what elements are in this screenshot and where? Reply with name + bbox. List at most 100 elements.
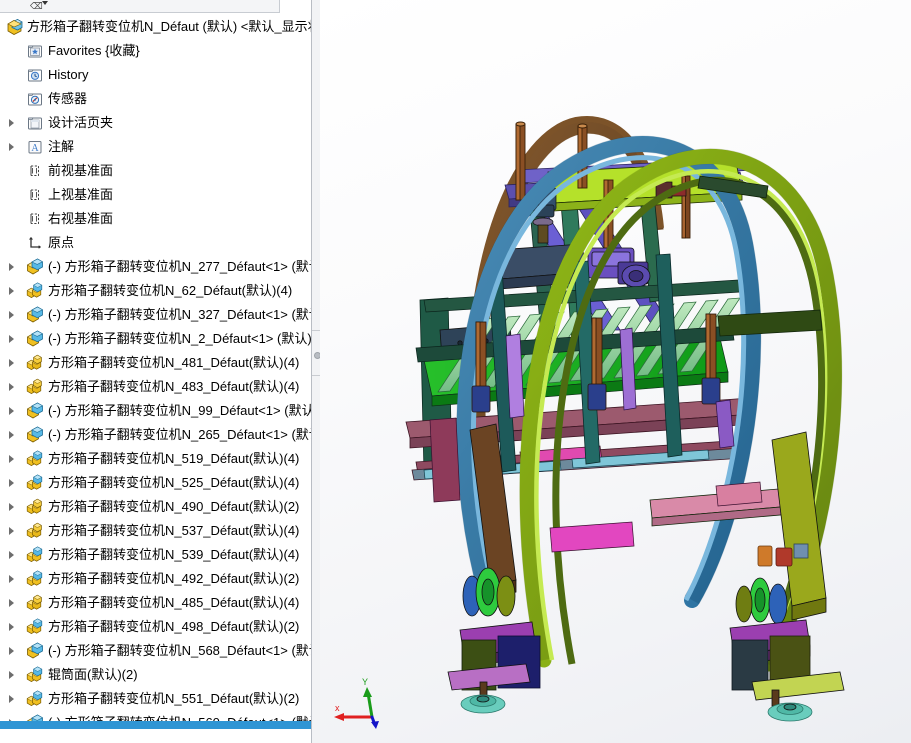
tree-item[interactable]: 方形箱子翻转变位机N_525_Défaut(默认)(4): [0, 471, 318, 495]
tree-item[interactable]: History: [0, 63, 318, 87]
expand-chevron-icon[interactable]: [9, 575, 14, 583]
tree-item-label: (-) 方形箱子翻转变位机N_2_Défaut<1> (默认) <默: [48, 331, 319, 346]
pattern-blue-icon: [26, 450, 44, 468]
tree-item-label: Favorites {收藏}: [48, 43, 140, 58]
folder-sensor-icon: [26, 90, 44, 108]
expand-chevron-icon[interactable]: [9, 311, 14, 319]
part-icon: [26, 642, 44, 660]
tree-item[interactable]: 方形箱子翻转变位机N_481_Défaut(默认)(4): [0, 351, 318, 375]
pattern-blue-icon: [26, 282, 44, 300]
tree-item-label: 前视基准面: [48, 163, 114, 178]
tree-item-label: 方形箱子翻转变位机N_485_Défaut(默认)(4): [48, 595, 300, 610]
expand-chevron-icon[interactable]: [9, 695, 14, 703]
tree-item-label: (-) 方形箱子翻转变位机N_277_Défaut<1> (默认) ·: [48, 259, 319, 274]
tree-item[interactable]: 方形箱子翻转变位机N_492_Défaut(默认)(2): [0, 567, 318, 591]
folder-history-icon: [26, 66, 44, 84]
tree-item-label: (-) 方形箱子翻转变位机N_99_Défaut<1> (默认) <: [48, 403, 319, 418]
tree-item[interactable]: 方形箱子翻转变位机N_551_Défaut(默认)(2): [0, 687, 318, 711]
expand-chevron-icon[interactable]: [9, 671, 14, 679]
tree-item[interactable]: Favorites {收藏}: [0, 39, 318, 63]
expand-chevron-icon[interactable]: [9, 119, 14, 127]
pattern-blue-icon: [26, 618, 44, 636]
expand-chevron-icon[interactable]: [9, 407, 14, 415]
solidworks-window: ⌫ 方形箱子翻转变位机N_Défaut (默认) <默认_显示状态- Favor…: [0, 0, 911, 743]
tree-item[interactable]: 原点: [0, 231, 318, 255]
tree-item-label: 方形箱子翻转变位机N_490_Défaut(默认)(2): [48, 499, 300, 514]
expand-chevron-icon[interactable]: [9, 431, 14, 439]
plane-icon: [26, 210, 44, 228]
pattern-blue-icon: [26, 546, 44, 564]
tree-item[interactable]: (-) 方形箱子翻转变位机N_2_Défaut<1> (默认) <默: [0, 327, 319, 351]
feature-tree-scroll-area[interactable]: 方形箱子翻转变位机N_Défaut (默认) <默认_显示状态- Favorit…: [0, 13, 319, 721]
tree-item[interactable]: 方形箱子翻转变位机N_490_Défaut(默认)(2): [0, 495, 318, 519]
feature-manager-panel: ⌫ 方形箱子翻转变位机N_Défaut (默认) <默认_显示状态- Favor…: [0, 0, 319, 743]
expand-chevron-icon[interactable]: [9, 479, 14, 487]
pattern-yellow-icon: [26, 498, 44, 516]
tree-item[interactable]: 方形箱子翻转变位机N_485_Défaut(默认)(4): [0, 591, 318, 615]
pattern-blue-icon: [26, 570, 44, 588]
expand-chevron-icon[interactable]: [9, 455, 14, 463]
tree-item[interactable]: 设计活页夹: [0, 111, 318, 135]
panel-splitter[interactable]: [311, 0, 321, 743]
chevron-down-icon[interactable]: [42, 1, 48, 5]
pattern-yellow-icon: [26, 522, 44, 540]
tree-item-label: 上视基准面: [48, 187, 114, 202]
tree-item-label: 方形箱子翻转变位机N_481_Défaut(默认)(4): [48, 355, 300, 370]
filter-icon[interactable]: ⌫: [30, 0, 43, 12]
pattern-yellow-icon: [26, 378, 44, 396]
tree-item-label: History: [48, 67, 89, 82]
expand-chevron-icon[interactable]: [9, 599, 14, 607]
tree-item[interactable]: 前视基准面: [0, 159, 318, 183]
expand-chevron-icon[interactable]: [9, 527, 14, 535]
tree-item-label: (-) 方形箱子翻转变位机N_568_Défaut<1> (默认) ·: [48, 643, 319, 658]
part-icon: [26, 402, 44, 420]
tree-item[interactable]: 方形箱子翻转变位机N_519_Défaut(默认)(4): [0, 447, 318, 471]
expand-chevron-icon[interactable]: [9, 647, 14, 655]
tree-item[interactable]: 传感器: [0, 87, 318, 111]
expand-chevron-icon[interactable]: [9, 359, 14, 367]
expand-chevron-icon[interactable]: [9, 143, 14, 151]
tree-root-label: 方形箱子翻转变位机N_Défaut (默认) <默认_显示状态-: [27, 19, 319, 34]
tree-item[interactable]: 方形箱子翻转变位机N_483_Défaut(默认)(4): [0, 375, 318, 399]
expand-chevron-icon[interactable]: [9, 503, 14, 511]
tree-item[interactable]: (-) 方形箱子翻转变位机N_327_Défaut<1> (默认) ·: [0, 303, 318, 327]
expand-chevron-icon[interactable]: [9, 263, 14, 271]
tree-item[interactable]: 方形箱子翻转变位机N_62_Défaut(默认)(4): [0, 279, 318, 303]
tree-item[interactable]: (-) 方形箱子翻转变位机N_99_Défaut<1> (默认) <: [0, 399, 319, 423]
tree-root-item[interactable]: 方形箱子翻转变位机N_Défaut (默认) <默认_显示状态-: [0, 15, 319, 39]
part-icon: [26, 258, 44, 276]
expand-chevron-icon[interactable]: [9, 623, 14, 631]
tree-item[interactable]: A 注解: [0, 135, 318, 159]
tree-horizontal-scrollbar[interactable]: [0, 721, 318, 729]
tree-item[interactable]: (-) 方形箱子翻转变位机N_265_Défaut<1> (默认) ·: [0, 423, 319, 447]
tree-item-label: 注解: [48, 139, 75, 154]
cad-model[interactable]: [320, 0, 911, 743]
tree-item[interactable]: 方形箱子翻转变位机N_498_Défaut(默认)(2): [0, 615, 318, 639]
tree-item[interactable]: (-) 方形箱子翻转变位机N_568_Défaut<1> (默认) ·: [0, 639, 319, 663]
tree-item[interactable]: 方形箱子翻转变位机N_539_Défaut(默认)(4): [0, 543, 318, 567]
tree-item[interactable]: (-) 方形箱子翻转变位机N_277_Défaut<1> (默认) ·: [0, 255, 319, 279]
tree-item-label: 方形箱子翻转变位机N_537_Défaut(默认)(4): [48, 523, 300, 538]
pattern-blue-icon: [26, 474, 44, 492]
expand-chevron-icon[interactable]: [9, 383, 14, 391]
expand-chevron-icon[interactable]: [9, 287, 14, 295]
origin-icon: [26, 234, 44, 252]
tree-item[interactable]: 上视基准面: [0, 183, 318, 207]
tree-item[interactable]: 右视基准面: [0, 207, 318, 231]
tree-item[interactable]: 辊筒面(默认)(2): [0, 663, 318, 687]
graphics-viewport[interactable]: x Y: [320, 0, 911, 743]
tree-item-label: 设计活页夹: [48, 115, 114, 130]
panel-toolbar[interactable]: ⌫: [0, 0, 280, 13]
scrollbar-thumb[interactable]: [0, 721, 318, 729]
assembly-icon: [6, 18, 24, 36]
triad-y-label: Y: [362, 677, 368, 687]
pattern-blue-icon: [26, 666, 44, 684]
expand-chevron-icon[interactable]: [9, 551, 14, 559]
tree-item-label: (-) 方形箱子翻转变位机N_265_Défaut<1> (默认) ·: [48, 427, 319, 442]
expand-chevron-icon[interactable]: [9, 335, 14, 343]
tree-item[interactable]: 方形箱子翻转变位机N_537_Défaut(默认)(4): [0, 519, 318, 543]
tree-item-label: (-) 方形箱子翻转变位机N_560_Défaut<1> (默认) ·: [48, 711, 318, 721]
tree-item[interactable]: (-) 方形箱子翻转变位机N_560_Défaut<1> (默认) ·: [0, 711, 318, 721]
plane-icon: [26, 186, 44, 204]
tree-item-label: 方形箱子翻转变位机N_62_Défaut(默认)(4): [48, 283, 293, 298]
